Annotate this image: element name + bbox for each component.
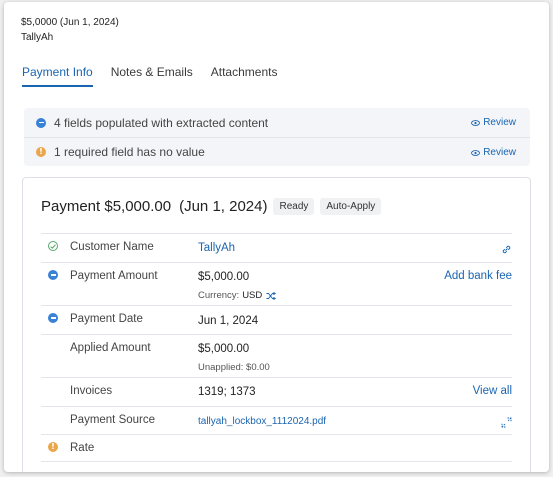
tab-bar: Payment Info Notes & Emails Attachments — [22, 65, 295, 87]
field-label: Payment Amount — [70, 270, 158, 282]
field-invoices: Invoices 1319; 1373 View all — [41, 377, 512, 406]
field-label: Customer Name — [70, 241, 154, 253]
add-bank-fee-link[interactable]: Add bank fee — [444, 270, 512, 282]
status-badge: Ready — [273, 198, 315, 215]
field-label: Applied Amount — [70, 342, 151, 354]
field-label: Payment Date — [70, 313, 143, 325]
notice-text: 4 fields populated with extracted conten… — [54, 115, 269, 130]
tab-payment-info[interactable]: Payment Info — [22, 65, 93, 87]
review-link[interactable]: Review — [471, 147, 516, 158]
payment-source-file-link[interactable]: tallyah_lockbox_1112024.pdf — [198, 416, 326, 427]
notice-text: 1 required field has no value — [54, 145, 205, 159]
card-title: Payment $5,000.00 (Jun 1, 2024) Ready Au… — [41, 198, 382, 215]
header-customer: TallyAh — [21, 32, 54, 43]
customer-name-link[interactable]: TallyAh — [198, 242, 235, 254]
fields-list: Customer Name TallyAh Payment Amount $5,… — [41, 233, 512, 462]
extracted-minus-icon — [48, 313, 58, 323]
warning-icon — [36, 147, 46, 157]
view-all-link[interactable]: View all — [473, 385, 512, 397]
review-label: Review — [483, 117, 516, 128]
notice-missing: 1 required field has no value Review — [24, 137, 530, 166]
auto-apply-badge: Auto-Apply — [320, 198, 382, 215]
field-rate: Rate — [41, 434, 512, 462]
info-minus-icon — [36, 117, 46, 128]
field-applied-amount: Applied Amount $5,000.00 Unapplied: $0.0… — [41, 334, 512, 377]
review-link[interactable]: Review — [471, 117, 516, 128]
unapplied-amount: Unapplied: $0.00 — [198, 362, 270, 373]
shuffle-icon[interactable] — [266, 291, 277, 300]
currency-line: Currency: USD — [198, 290, 277, 301]
field-label: Payment Source — [70, 414, 156, 426]
currency-prefix: Currency: — [198, 290, 240, 301]
notices-panel: 4 fields populated with extracted conten… — [24, 108, 530, 166]
field-label: Invoices — [70, 385, 113, 397]
invoices-value: 1319; 1373 — [198, 386, 256, 398]
tab-notes-emails[interactable]: Notes & Emails — [111, 65, 193, 87]
field-payment-amount: Payment Amount $5,000.00 Currency: USD A… — [41, 262, 512, 305]
eye-icon — [471, 119, 481, 126]
tab-attachments[interactable]: Attachments — [211, 65, 278, 87]
review-label: Review — [483, 147, 516, 158]
expand-icon[interactable] — [501, 415, 512, 433]
payment-date-value[interactable]: Jun 1, 2024 — [198, 315, 258, 327]
extracted-minus-icon — [48, 270, 58, 280]
field-payment-source: Payment Source tallyah_lockbox_1112024.p… — [41, 406, 512, 434]
eye-icon — [471, 149, 481, 156]
payment-date-title: (Jun 1, 2024) — [179, 198, 268, 215]
check-circle-icon — [48, 241, 58, 251]
header-amount: $5,0000 (Jun 1, 2024) — [21, 17, 119, 28]
payment-amount-value[interactable]: $5,000.00 — [198, 271, 249, 283]
link-icon[interactable] — [501, 242, 512, 260]
warning-icon — [48, 442, 58, 452]
currency-value[interactable]: USD — [242, 290, 262, 301]
payment-detail-panel: $5,0000 (Jun 1, 2024) TallyAh Payment In… — [4, 2, 549, 472]
field-customer-name: Customer Name TallyAh — [41, 233, 512, 262]
field-payment-date: Payment Date Jun 1, 2024 — [41, 305, 512, 334]
field-label: Rate — [70, 442, 95, 454]
notice-extracted: 4 fields populated with extracted conten… — [24, 108, 530, 137]
payment-title: Payment $5,000.00 — [41, 198, 172, 215]
payment-card: Payment $5,000.00 (Jun 1, 2024) Ready Au… — [22, 177, 531, 472]
applied-amount-value: $5,000.00 — [198, 343, 250, 355]
